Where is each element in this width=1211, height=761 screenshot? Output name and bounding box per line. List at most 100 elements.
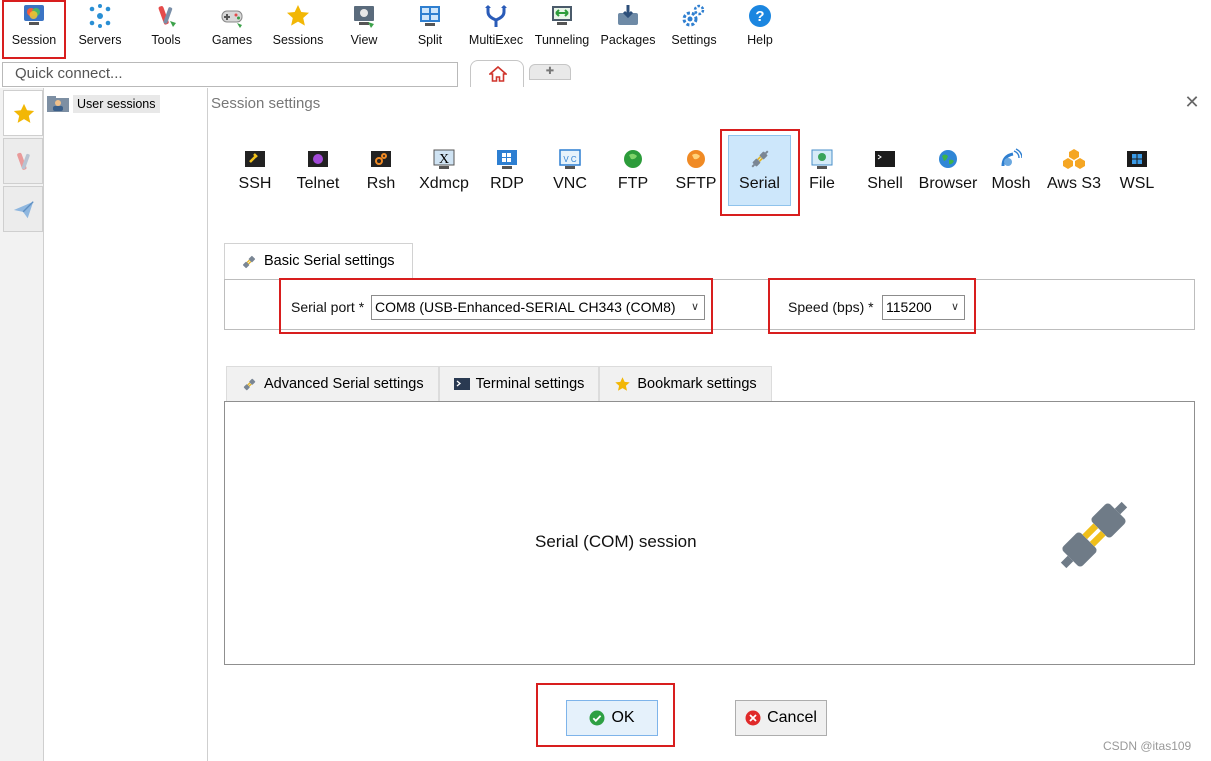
ssh-icon <box>245 151 265 167</box>
svg-text:X: X <box>439 152 449 167</box>
serial-highlight-frame <box>720 129 800 216</box>
rsh-icon <box>371 151 391 167</box>
session-type-sftp[interactable]: SFTP <box>666 136 726 198</box>
ftp-icon <box>624 150 642 168</box>
toolbar-view-button[interactable]: View <box>332 0 396 56</box>
ok-button[interactable]: OK <box>566 700 658 736</box>
tab-terminal-settings[interactable]: Terminal settings <box>438 366 600 402</box>
session-type-aws-s3[interactable]: Aws S3 <box>1044 136 1104 198</box>
star-icon <box>13 103 35 123</box>
plug-icon <box>243 378 256 390</box>
terminal-icon <box>453 378 470 390</box>
check-icon <box>589 710 605 726</box>
user-sessions-label: User sessions <box>73 95 160 113</box>
browser-icon <box>939 150 957 168</box>
rail-tools-button[interactable] <box>3 138 43 184</box>
serial-plug-icon <box>1060 501 1128 569</box>
rail-macros-button[interactable] <box>3 186 43 232</box>
svg-text:V C: V C <box>563 155 577 164</box>
basic-serial-settings-panel: Serial port * COM8 (USB-Enhanced-SERIAL … <box>224 278 1195 334</box>
help-icon: ? <box>749 5 771 27</box>
star-icon <box>287 5 309 26</box>
session-type-xdmcp[interactable]: X Xdmcp <box>414 136 474 198</box>
star-icon <box>615 376 631 391</box>
toolbar-help-button[interactable]: ? Help <box>728 0 792 56</box>
view-icon <box>354 6 374 28</box>
packages-icon <box>618 5 638 25</box>
sftp-icon <box>687 150 705 168</box>
aws-s3-icon <box>1063 149 1085 169</box>
chevron-down-icon: ∨ <box>686 300 699 313</box>
close-icon[interactable]: ✕ <box>1183 93 1201 111</box>
tools-icon <box>17 152 30 170</box>
advanced-tabs: Advanced Serial settings Terminal settin… <box>226 366 772 402</box>
session-type-mosh[interactable]: Mosh <box>981 136 1041 198</box>
user-sessions-item[interactable]: User sessions <box>47 93 160 115</box>
session-type-rsh[interactable]: Rsh <box>351 136 411 198</box>
tab-advanced-serial-settings[interactable]: Advanced Serial settings <box>226 366 439 402</box>
plug-icon <box>242 255 256 269</box>
main-toolbar: Session Servers Tools Games Sessions Vie… <box>0 0 1211 60</box>
session-type-rdp[interactable]: RDP <box>477 136 537 198</box>
tools-icon <box>158 6 176 27</box>
servers-icon <box>89 4 111 28</box>
watermark: CSDN @itas109 <box>1103 739 1192 753</box>
telnet-icon <box>308 151 328 167</box>
multiexec-icon <box>485 5 507 27</box>
toolbar-tools-button[interactable]: Tools <box>134 0 198 56</box>
toolbar-servers-button[interactable]: Servers <box>68 0 132 56</box>
tab-home[interactable] <box>470 60 524 87</box>
rail-sessions-button[interactable] <box>3 90 43 136</box>
toolbar-packages-button[interactable]: Packages <box>596 0 660 56</box>
session-type-browser[interactable]: Browser <box>918 136 978 198</box>
dialog-title: Session settings <box>211 95 321 112</box>
send-icon <box>13 201 34 219</box>
toolbar-session-button[interactable]: Session <box>2 0 66 59</box>
serial-port-select[interactable]: COM8 (USB-Enhanced-SERIAL CH343 (COM8) ∨ <box>371 295 705 320</box>
settings-icon <box>682 4 705 27</box>
cancel-icon <box>745 710 761 726</box>
session-type-vnc[interactable]: V C VNC <box>540 136 600 198</box>
session-type-telnet[interactable]: Telnet <box>288 136 348 198</box>
tunneling-icon <box>552 6 572 25</box>
rdp-icon <box>497 150 517 169</box>
toolbar-tunneling-button[interactable]: Tunneling <box>530 0 594 56</box>
left-rail <box>0 88 44 761</box>
speed-label: Speed (bps) * <box>788 299 874 315</box>
sessions-panel: User sessions <box>44 88 208 761</box>
advanced-settings-panel: Serial (COM) session <box>224 401 1195 665</box>
wsl-icon <box>1127 151 1147 167</box>
tab-basic-serial-settings[interactable]: Basic Serial settings <box>224 243 413 280</box>
plus-icon: ✚ <box>545 66 555 77</box>
games-icon <box>221 10 243 28</box>
session-type-shell[interactable]: Shell <box>855 136 915 198</box>
mosh-icon <box>1001 148 1022 167</box>
home-icon <box>489 66 507 82</box>
toolbar-games-button[interactable]: Games <box>200 0 264 56</box>
new-tab-button[interactable]: ✚ <box>529 64 571 80</box>
toolbar-sessions-button[interactable]: Sessions <box>266 0 330 56</box>
shell-icon <box>875 151 895 167</box>
toolbar-settings-button[interactable]: Settings <box>662 0 726 56</box>
toolbar-split-button[interactable]: Split <box>398 0 462 56</box>
toolbar-multiexec-button[interactable]: MultiExec <box>464 0 528 56</box>
session-type-wsl[interactable]: WSL <box>1107 136 1167 198</box>
session-description: Serial (COM) session <box>535 532 697 551</box>
user-folder-icon <box>47 96 69 112</box>
xdmcp-icon: X <box>433 149 455 169</box>
chevron-down-icon: ∨ <box>950 301 959 313</box>
session-icon <box>24 5 44 25</box>
split-icon <box>420 6 440 26</box>
svg-text:?: ? <box>755 8 764 25</box>
cancel-button[interactable]: Cancel <box>735 700 827 736</box>
file-icon <box>811 149 833 169</box>
session-type-ftp[interactable]: FTP <box>603 136 663 198</box>
vnc-icon: V C <box>559 149 581 169</box>
session-type-ssh[interactable]: SSH <box>225 136 285 198</box>
session-type-file[interactable]: File <box>792 136 852 198</box>
quick-connect-input[interactable]: Quick connect... <box>2 62 458 87</box>
speed-select[interactable]: 115200 ∨ <box>882 295 965 320</box>
tab-bookmark-settings[interactable]: Bookmark settings <box>599 366 772 402</box>
session-settings-dialog: Session settings ✕ SSH Telnet Rsh X Xdmc… <box>208 88 1211 761</box>
serial-port-label: Serial port * <box>291 299 365 315</box>
